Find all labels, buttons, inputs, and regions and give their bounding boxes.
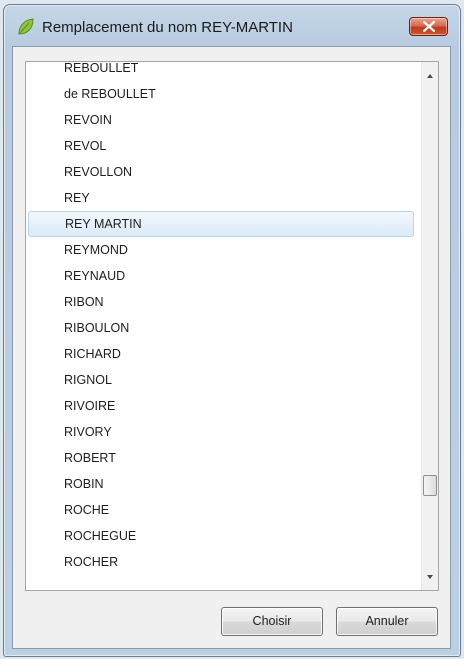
name-list: REBOULLET de REBOULLET REVOIN REVOL REVO… bbox=[26, 62, 420, 575]
list-item[interactable]: ROCHEGUE bbox=[28, 523, 414, 549]
list-item[interactable]: RIBOULON bbox=[28, 315, 414, 341]
list-item[interactable]: RIVORY bbox=[28, 419, 414, 445]
list-item[interactable]: REVOIN bbox=[28, 107, 414, 133]
list-item[interactable]: ROBERT bbox=[28, 445, 414, 471]
list-item[interactable]: REVOL bbox=[28, 133, 414, 159]
list-item[interactable]: RIVOIRE bbox=[28, 393, 414, 419]
scroll-down-arrow-icon[interactable] bbox=[422, 569, 438, 585]
vertical-scrollbar[interactable] bbox=[421, 62, 438, 590]
list-item[interactable]: RIBON bbox=[28, 289, 414, 315]
list-item[interactable]: ROCHE bbox=[28, 497, 414, 523]
choose-button[interactable]: Choisir bbox=[221, 607, 323, 636]
list-item[interactable]: ROBIN bbox=[28, 471, 414, 497]
list-item[interactable]: REBOULLET bbox=[28, 62, 414, 81]
leaf-icon bbox=[17, 18, 35, 36]
scrollbar-thumb[interactable] bbox=[423, 475, 437, 496]
list-item[interactable]: REYNAUD bbox=[28, 263, 414, 289]
dialog-content: REBOULLET de REBOULLET REVOIN REVOL REVO… bbox=[12, 46, 451, 649]
title-bar[interactable]: Remplacement du nom REY-MARTIN bbox=[4, 5, 460, 45]
list-item[interactable]: RIGNOL bbox=[28, 367, 414, 393]
list-item[interactable]: REVOLLON bbox=[28, 159, 414, 185]
list-item[interactable]: REYMOND bbox=[28, 237, 414, 263]
cancel-button[interactable]: Annuler bbox=[336, 607, 438, 636]
close-icon bbox=[423, 21, 435, 32]
name-listbox[interactable]: REBOULLET de REBOULLET REVOIN REVOL REVO… bbox=[25, 61, 439, 591]
list-item[interactable]: RICHARD bbox=[28, 341, 414, 367]
list-item-selected[interactable]: REY MARTIN bbox=[28, 211, 414, 237]
list-item[interactable]: de REBOULLET bbox=[28, 81, 414, 107]
window-title: Remplacement du nom REY-MARTIN bbox=[42, 19, 293, 36]
close-button[interactable] bbox=[409, 17, 448, 36]
dialog-window: Remplacement du nom REY-MARTIN REBOULLET… bbox=[3, 4, 461, 657]
scroll-up-arrow-icon[interactable] bbox=[422, 68, 438, 84]
list-item[interactable]: REY bbox=[28, 185, 414, 211]
list-item[interactable]: ROCHER bbox=[28, 549, 414, 575]
